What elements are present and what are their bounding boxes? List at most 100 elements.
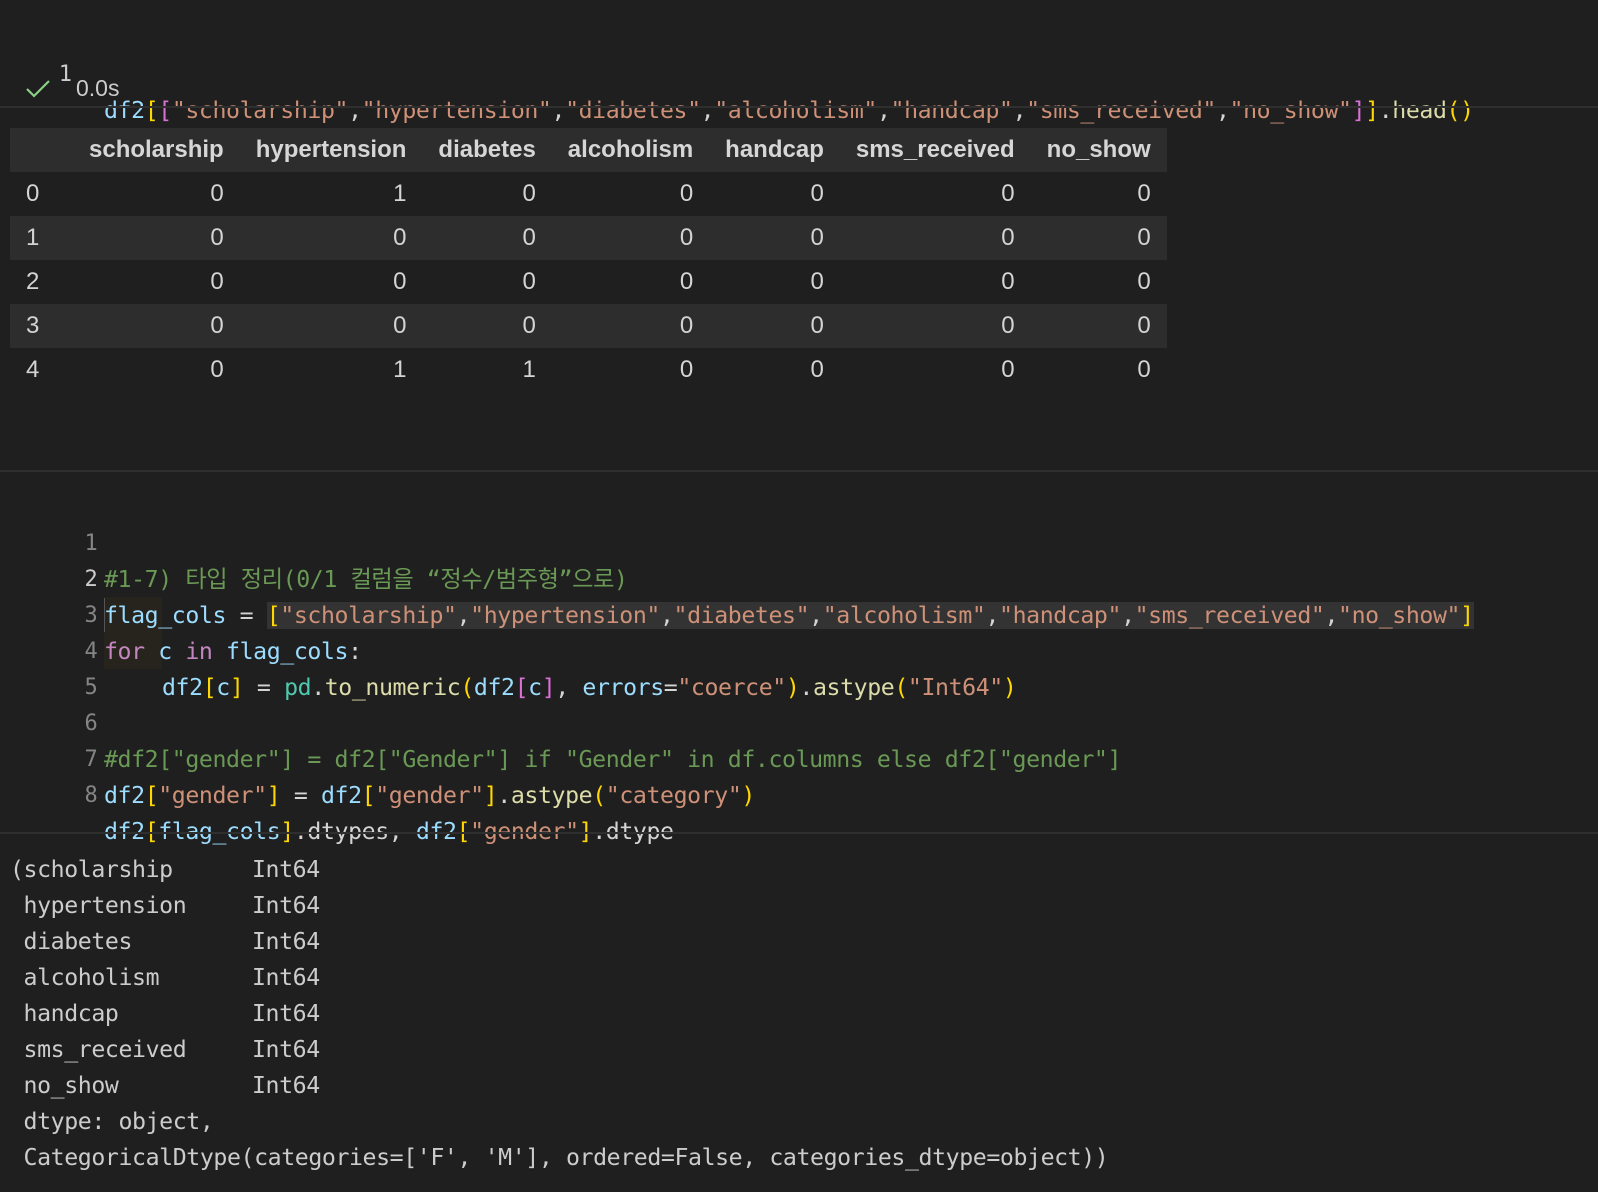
table-row: 2 0 0 0 0 0 0 0 — [10, 260, 1167, 304]
column-header: hypertension — [255, 136, 407, 163]
code-line[interactable]: 5 — [0, 634, 98, 700]
table-header-row: scholarship hypertension diabetes alcoho… — [10, 128, 1167, 172]
table-cell: 0 — [679, 312, 694, 339]
table-cell: 0 — [1137, 180, 1151, 207]
column-header: diabetes — [438, 136, 536, 163]
code-text: #1-7) 타입 정리(0/1 컬럼을 “정수/범주형”으로) — [104, 566, 628, 593]
code-text: df2[c] = pd.to_numeric(df2[c], errors="c… — [162, 674, 1017, 701]
dtype-column-name: handcap — [10, 1000, 119, 1027]
dtype-value: Int64 — [252, 856, 320, 883]
column-header: alcoholism — [567, 136, 694, 163]
cell1-code-editor[interactable]: 1 df2[["scholarship","hypertension","dia… — [0, 0, 1598, 124]
code-line[interactable]: 8 df2[flag_cols].dtypes, df2["gender"].d… — [0, 742, 674, 845]
code-line[interactable]: 2 flag_cols = ["scholarship","hypertensi… — [0, 526, 1474, 629]
table-row: 1 0 0 0 0 0 0 0 — [10, 216, 1167, 260]
row-index: 2 — [26, 268, 40, 295]
row-index: 4 — [26, 356, 40, 383]
table-cell: 0 — [210, 356, 224, 383]
table-cell: 0 — [1001, 224, 1015, 251]
dtype-value: Int64 — [252, 1072, 320, 1099]
line-number: 3 — [84, 603, 98, 628]
table-cell: 0 — [210, 180, 224, 207]
column-header — [10, 128, 73, 172]
cell-divider — [0, 832, 1598, 834]
output-row: sms_received Int64 — [10, 1032, 1108, 1068]
column-header: handcap — [725, 136, 824, 163]
execution-time: 0.0s — [76, 75, 120, 101]
dtype-column-name: alcoholism — [10, 964, 160, 991]
table-cell: 0 — [679, 268, 694, 295]
table-cell: 0 — [679, 180, 694, 207]
output-dtype-line: dtype: object, — [10, 1108, 214, 1135]
output-categorical-line: CategoricalDtype(categories=['F', 'M'], … — [10, 1144, 1109, 1171]
table-cell: 0 — [1001, 180, 1015, 207]
column-header: no_show — [1046, 136, 1151, 163]
line-number: 2 — [84, 567, 98, 592]
code-line[interactable]: 6 #df2["gender"] = df2["Gender"] if "Gen… — [0, 670, 1122, 773]
code-line[interactable]: 1 #1-7) 타입 정리(0/1 컬럼을 “정수/범주형”으로) — [0, 490, 628, 593]
table-cell: 0 — [1137, 268, 1151, 295]
cell-divider — [0, 106, 1598, 108]
table-cell: 0 — [810, 180, 824, 207]
dtype-column-name: sms_received — [10, 1036, 187, 1063]
table-cell: 0 — [393, 312, 407, 339]
code-line[interactable]: 1 df2[["scholarship","hypertension","dia… — [0, 21, 1474, 124]
table-cell: 0 — [679, 224, 694, 251]
dtype-value: Int64 — [252, 1036, 320, 1063]
dtype-column-name: diabetes — [10, 928, 133, 955]
cell-divider — [0, 470, 1598, 472]
table-cell: 0 — [810, 356, 824, 383]
table-cell: 0 — [1001, 312, 1015, 339]
output-row: diabetes Int64 — [10, 924, 1108, 960]
line-number: 1 — [84, 531, 98, 556]
table-cell: 1 — [393, 180, 407, 207]
table-cell: 0 — [810, 224, 824, 251]
table-cell: 0 — [522, 268, 536, 295]
table-cell: 1 — [393, 356, 407, 383]
table-cell: 0 — [522, 180, 536, 207]
table-cell: 0 — [810, 312, 824, 339]
line-number: 5 — [84, 675, 98, 700]
line-number: 4 — [84, 639, 98, 664]
table-cell: 0 — [522, 224, 536, 251]
table-cell: 1 — [522, 356, 536, 383]
check-icon — [26, 80, 50, 98]
code-line[interactable]: 3 for c in flag_cols: — [0, 562, 363, 665]
code-line[interactable]: 4 df2[c] = pd.to_numeric(df2[c], errors=… — [0, 598, 1017, 701]
output-row: no_show Int64 — [10, 1068, 1108, 1104]
cell2-code-editor[interactable]: 1 #1-7) 타입 정리(0/1 컬럼을 “정수/범주형”으로) 2 flag… — [0, 490, 1598, 845]
dtype-value: Int64 — [252, 1000, 320, 1027]
dtype-value: Int64 — [252, 928, 320, 955]
table-row: 3 0 0 0 0 0 0 0 — [10, 304, 1167, 348]
code-line[interactable]: 7 df2["gender"] = df2["gender"].astype("… — [0, 706, 756, 809]
table-row: 4 0 1 1 0 0 0 0 — [10, 348, 1167, 392]
line-number: 8 — [84, 783, 98, 808]
dtype-value: Int64 — [252, 964, 320, 991]
table-cell: 0 — [210, 224, 224, 251]
table-cell: 0 — [679, 356, 694, 383]
column-header: sms_received — [855, 136, 1015, 163]
column-header: scholarship — [89, 136, 224, 163]
code-text: df2["gender"] = df2["gender"].astype("ca… — [104, 782, 755, 809]
dtype-value: Int64 — [252, 892, 320, 919]
table-cell: 0 — [810, 268, 824, 295]
line-number: 6 — [84, 711, 98, 736]
row-index: 3 — [26, 312, 40, 339]
output-row: hypertension Int64 — [10, 888, 1108, 924]
code-text: for c in flag_cols: — [104, 638, 362, 665]
table-cell: 0 — [522, 312, 536, 339]
table-cell: 0 — [210, 312, 224, 339]
line-number: 7 — [84, 747, 98, 772]
table-cell: 0 — [1001, 268, 1015, 295]
dtype-column-name: (scholarship — [10, 856, 173, 883]
table-cell: 0 — [1137, 356, 1151, 383]
cell1-execution-status: 0.0s — [0, 68, 1598, 108]
table-cell: 0 — [393, 224, 407, 251]
table-cell: 0 — [210, 268, 224, 295]
code-text: #df2["gender"] = df2["Gender"] if "Gende… — [104, 746, 1122, 773]
table-cell: 0 — [1137, 312, 1151, 339]
row-index: 1 — [26, 224, 40, 251]
table-row: 0 0 1 0 0 0 0 0 — [10, 172, 1167, 216]
row-index: 0 — [26, 180, 40, 207]
table-cell: 0 — [1137, 224, 1151, 251]
